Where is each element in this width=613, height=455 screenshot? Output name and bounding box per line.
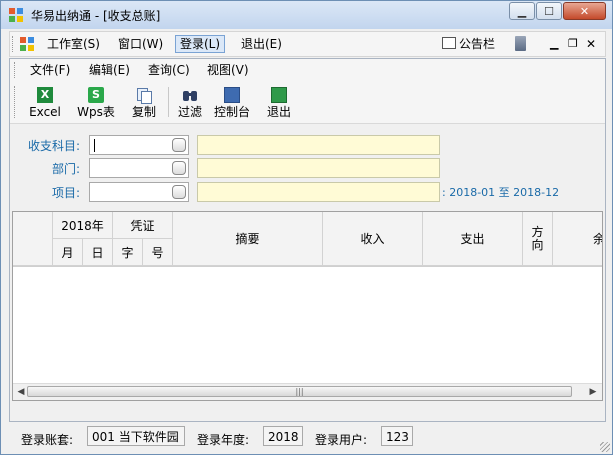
user-label: 登录用户:: [315, 433, 368, 447]
menu-edit[interactable]: 编辑(E): [89, 62, 130, 78]
menu-file[interactable]: 文件(F): [30, 62, 70, 78]
menu-workroom[interactable]: 工作室(S): [43, 35, 104, 53]
wps-icon: S: [88, 87, 104, 103]
menu-view[interactable]: 视图(V): [207, 62, 249, 78]
close-icon: ✕: [579, 4, 590, 18]
voucher-type-header[interactable]: 字: [113, 239, 143, 266]
text-caret: [94, 139, 95, 152]
toolbar: X Excel S Wps表 复制 过滤 控制台 退出: [10, 81, 605, 124]
notice-board-button[interactable]: 公告栏: [442, 35, 495, 53]
toolbar-separator: [168, 87, 169, 117]
copy-label: 复制: [131, 105, 156, 119]
year-value: 2018: [263, 426, 303, 446]
mdi-minimize-button[interactable]: ▁: [550, 35, 558, 53]
user-value: 123: [381, 426, 413, 446]
exit-button[interactable]: 退出: [262, 83, 296, 121]
binoculars-icon: [182, 87, 198, 103]
console-label: 控制台: [213, 105, 250, 119]
notice-icon: [442, 37, 456, 49]
excel-icon: X: [37, 87, 53, 103]
scroll-left-arrow-icon[interactable]: ◀: [15, 386, 27, 398]
minimize-icon: ▁: [517, 4, 527, 18]
subject-code-input[interactable]: [89, 135, 189, 155]
menu-grip[interactable]: [12, 36, 16, 52]
menu-window[interactable]: 窗口(W): [114, 35, 167, 53]
horizontal-scrollbar[interactable]: ◀ ||| ▶: [13, 383, 602, 400]
submenu-grip[interactable]: [14, 62, 18, 78]
voucher-header: 凭证: [113, 212, 173, 239]
console-button[interactable]: 控制台: [210, 83, 254, 121]
minimize-icon: ▁: [550, 37, 559, 50]
department-lookup-button[interactable]: [172, 161, 186, 175]
close-button[interactable]: ✕: [563, 2, 606, 20]
summary-header[interactable]: 摘要: [173, 212, 323, 266]
year-label: 登录年度:: [197, 433, 250, 447]
mdi-restore-button[interactable]: ❐: [568, 35, 578, 53]
subject-lookup-button[interactable]: [172, 138, 186, 152]
menu-query[interactable]: 查询(C): [148, 62, 190, 78]
department-name-field[interactable]: [197, 158, 440, 178]
status-bar: 登录账套: 001 当下软件园 登录年度: 2018 登录用户: 123: [1, 422, 612, 454]
resize-grip[interactable]: [600, 442, 610, 452]
exit-door-icon: [271, 87, 287, 103]
sub-menu-bar: 文件(F) 编辑(E) 查询(C) 视图(V): [10, 59, 605, 82]
mdi-close-button[interactable]: ✕: [586, 35, 596, 53]
project-label: 项目:: [51, 186, 80, 200]
department-code-input[interactable]: [89, 158, 189, 178]
toolbar-grip[interactable]: [14, 86, 18, 118]
expense-header[interactable]: 支出: [423, 212, 523, 266]
main-menu-bar: 工作室(S) 窗口(W) 登录(L) 退出(E) 公告栏 ▁ ❐ ✕: [9, 31, 606, 57]
mdi-child-icon[interactable]: [20, 37, 34, 51]
restore-icon: ❐: [568, 37, 578, 50]
title-bar[interactable]: 华易出纳通 - [收支总账] ▁ ☐ ✕: [1, 1, 612, 29]
app-window: 华易出纳通 - [收支总账] ▁ ☐ ✕ 工作室(S) 窗口(W) 登录(L) …: [0, 0, 613, 455]
period-range: : 2018-01 至 2018-12: [442, 186, 560, 199]
exit-label: 退出: [266, 105, 291, 119]
minimize-button[interactable]: ▁: [509, 2, 535, 20]
menu-login[interactable]: 登录(L): [175, 35, 226, 53]
calculator-button[interactable]: [515, 35, 526, 53]
child-window: 文件(F) 编辑(E) 查询(C) 视图(V) X Excel S Wps表 复…: [9, 58, 606, 422]
subject-name-field[interactable]: [197, 135, 440, 155]
scroll-right-arrow-icon[interactable]: ▶: [587, 386, 599, 398]
window-title: 华易出纳通 - [收支总账]: [31, 9, 161, 23]
wps-button[interactable]: S Wps表: [72, 83, 120, 121]
grid-header: 2018年 凭证 月 日 字 号 摘要 收入 支出 方 向 余: [13, 212, 602, 267]
excel-label: Excel: [29, 105, 61, 119]
project-lookup-button[interactable]: [172, 185, 186, 199]
maximize-button[interactable]: ☐: [536, 2, 562, 20]
account-label: 登录账套:: [21, 433, 74, 447]
console-icon: [224, 87, 240, 103]
voucher-number-header[interactable]: 号: [143, 239, 173, 266]
year-header: 2018年: [53, 212, 113, 239]
account-value: 001 当下软件园: [87, 426, 185, 446]
balance-header[interactable]: 余: [553, 212, 602, 266]
excel-button[interactable]: X Excel: [24, 83, 66, 121]
copy-icon: [136, 87, 152, 104]
subject-label: 收支科目:: [27, 139, 80, 153]
income-header[interactable]: 收入: [323, 212, 423, 266]
close-icon: ✕: [586, 37, 597, 51]
menu-exit[interactable]: 退出(E): [237, 35, 286, 53]
notice-label: 公告栏: [459, 37, 496, 51]
app-icon: [9, 8, 23, 22]
wps-label: Wps表: [77, 105, 115, 119]
month-header[interactable]: 月: [53, 239, 83, 266]
maximize-icon: ☐: [544, 4, 554, 18]
filter-label: 过滤: [177, 105, 202, 119]
department-label: 部门:: [51, 162, 80, 176]
scroll-thumb[interactable]: |||: [27, 386, 572, 397]
row-header-corner: [13, 212, 53, 266]
filter-button[interactable]: 过滤: [174, 83, 206, 121]
copy-button[interactable]: 复制: [126, 83, 162, 121]
direction-header[interactable]: 方 向: [523, 212, 553, 266]
project-name-field[interactable]: [197, 182, 440, 202]
calculator-icon: [515, 36, 526, 51]
ledger-grid[interactable]: 2018年 凭证 月 日 字 号 摘要 收入 支出 方 向 余 ◀ ||| ▶: [12, 211, 603, 401]
day-header[interactable]: 日: [83, 239, 113, 266]
project-code-input[interactable]: [89, 182, 189, 202]
